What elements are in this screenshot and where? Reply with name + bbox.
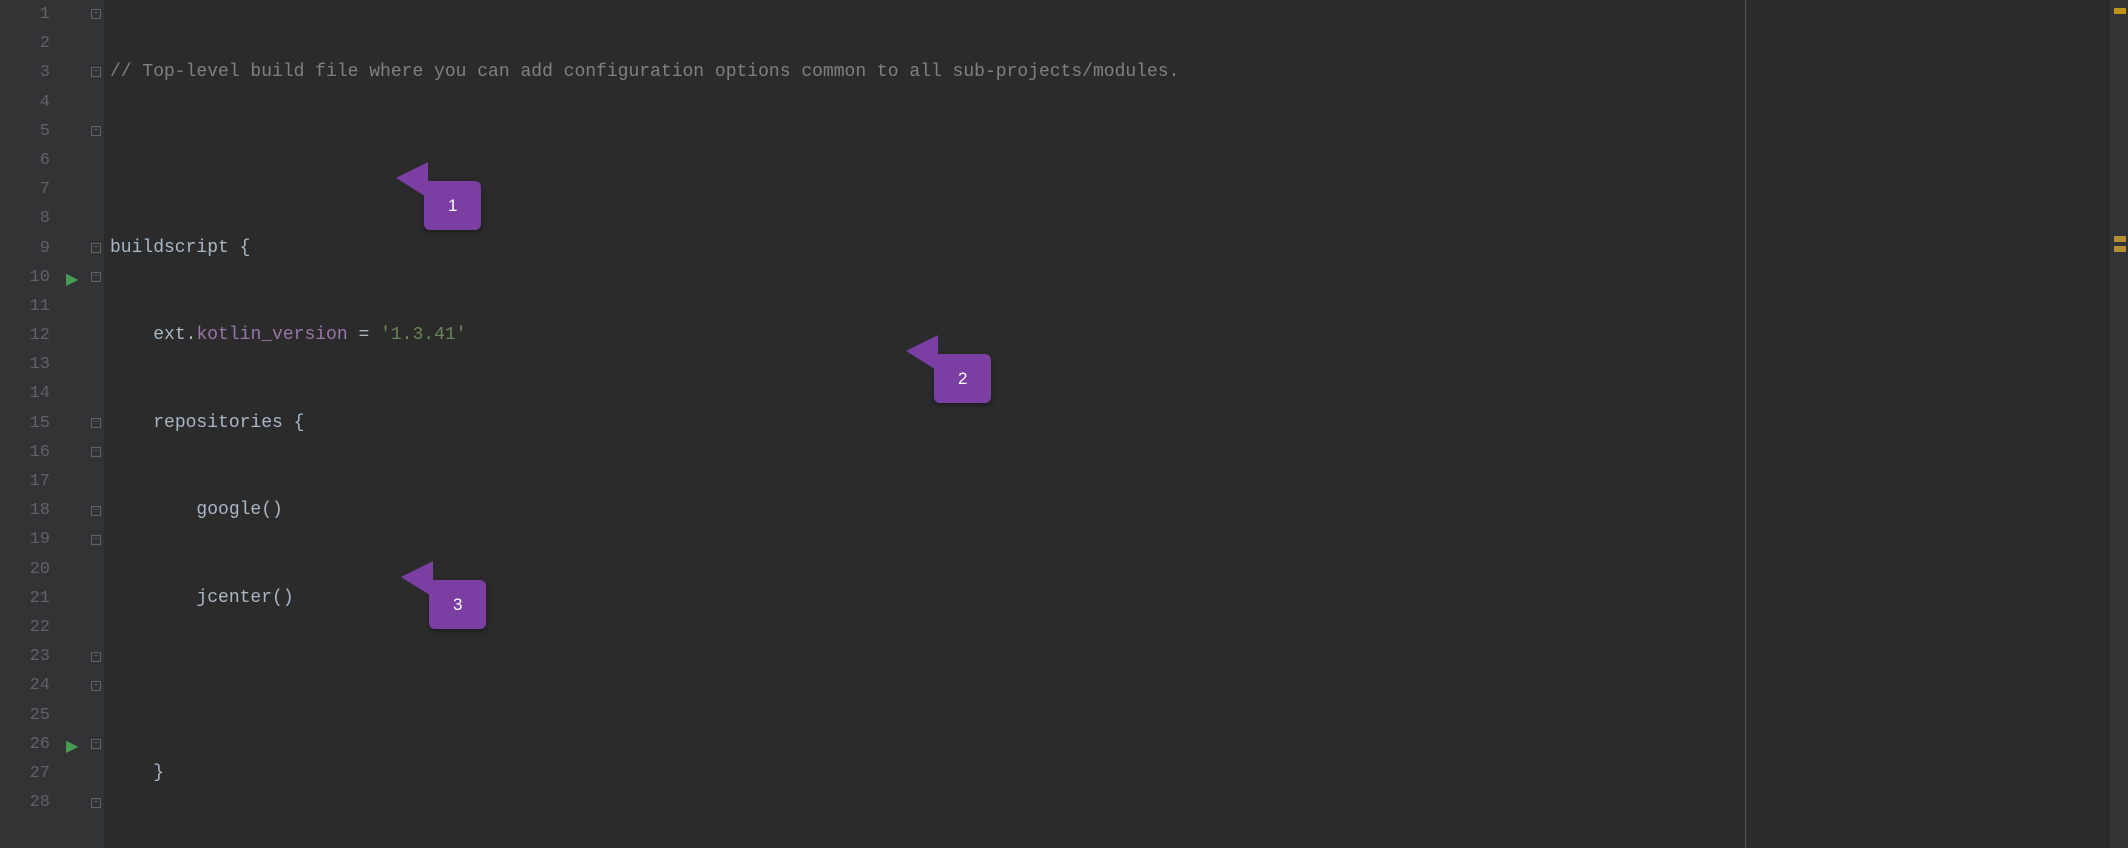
fold-toggle-icon[interactable]: – bbox=[91, 67, 101, 77]
line-number: 28 bbox=[0, 788, 50, 817]
error-stripe[interactable] bbox=[2110, 0, 2128, 848]
line-number: 17 bbox=[0, 467, 50, 496]
line-number: 24 bbox=[0, 671, 50, 700]
line-number: 13 bbox=[0, 350, 50, 379]
fold-toggle-icon[interactable]: – bbox=[91, 535, 101, 545]
line-number: 5 bbox=[0, 117, 50, 146]
line-number: 20 bbox=[0, 555, 50, 584]
fold-toggle-icon[interactable]: – bbox=[91, 243, 101, 253]
line-number: 8 bbox=[0, 204, 50, 233]
line-number: 11 bbox=[0, 292, 50, 321]
fold-toggle-icon[interactable]: – bbox=[91, 447, 101, 457]
run-gutter: ▶ ▶ bbox=[60, 0, 90, 848]
run-icon[interactable]: ▶ bbox=[66, 736, 78, 756]
fold-toggle-icon[interactable]: – bbox=[91, 652, 101, 662]
line-number: 9 bbox=[0, 234, 50, 263]
line-number: 21 bbox=[0, 584, 50, 613]
line-number: 25 bbox=[0, 701, 50, 730]
annotation-callout-2: 2 bbox=[934, 354, 991, 403]
fold-toggle-icon[interactable]: – bbox=[91, 9, 101, 19]
line-number: 4 bbox=[0, 88, 50, 117]
fold-toggle-icon[interactable]: – bbox=[91, 681, 101, 691]
line-number: 16 bbox=[0, 438, 50, 467]
line-number: 15 bbox=[0, 409, 50, 438]
code-comment: // Top-level build file where you can ad… bbox=[110, 62, 1179, 82]
fold-toggle-icon[interactable]: – bbox=[91, 126, 101, 136]
code-token: buildscript bbox=[110, 238, 229, 258]
warning-marker[interactable] bbox=[2114, 8, 2126, 14]
line-number: 2 bbox=[0, 29, 50, 58]
run-icon[interactable]: ▶ bbox=[66, 269, 78, 289]
line-number: 27 bbox=[0, 759, 50, 788]
line-number: 3 bbox=[0, 58, 50, 87]
line-number: 7 bbox=[0, 175, 50, 204]
line-number: 26 bbox=[0, 730, 50, 759]
line-number: 10 bbox=[0, 263, 50, 292]
line-number-gutter: 1 2 3 4 5 6 7 8 9 10 11 12 13 14 15 16 1… bbox=[0, 0, 60, 848]
line-number: 6 bbox=[0, 146, 50, 175]
fold-toggle-icon[interactable]: – bbox=[91, 272, 101, 282]
line-number: 14 bbox=[0, 379, 50, 408]
code-area[interactable]: // Top-level build file where you can ad… bbox=[104, 0, 2128, 848]
line-number: 18 bbox=[0, 496, 50, 525]
line-number: 22 bbox=[0, 613, 50, 642]
usage-marker[interactable] bbox=[2114, 246, 2126, 252]
line-number: 19 bbox=[0, 525, 50, 554]
fold-toggle-icon[interactable]: – bbox=[91, 739, 101, 749]
right-margin-line bbox=[1745, 0, 1746, 848]
annotation-callout-1: 1 bbox=[424, 181, 481, 230]
fold-toggle-icon[interactable]: – bbox=[91, 418, 101, 428]
code-editor: 1 2 3 4 5 6 7 8 9 10 11 12 13 14 15 16 1… bbox=[0, 0, 2128, 848]
line-number: 12 bbox=[0, 321, 50, 350]
fold-gutter: – – – – – – – – – – – – – bbox=[90, 0, 104, 848]
fold-toggle-icon[interactable]: – bbox=[91, 798, 101, 808]
line-number: 1 bbox=[0, 0, 50, 29]
usage-marker[interactable] bbox=[2114, 236, 2126, 242]
line-number: 23 bbox=[0, 642, 50, 671]
annotation-callout-3: 3 bbox=[429, 580, 486, 629]
fold-toggle-icon[interactable]: – bbox=[91, 506, 101, 516]
